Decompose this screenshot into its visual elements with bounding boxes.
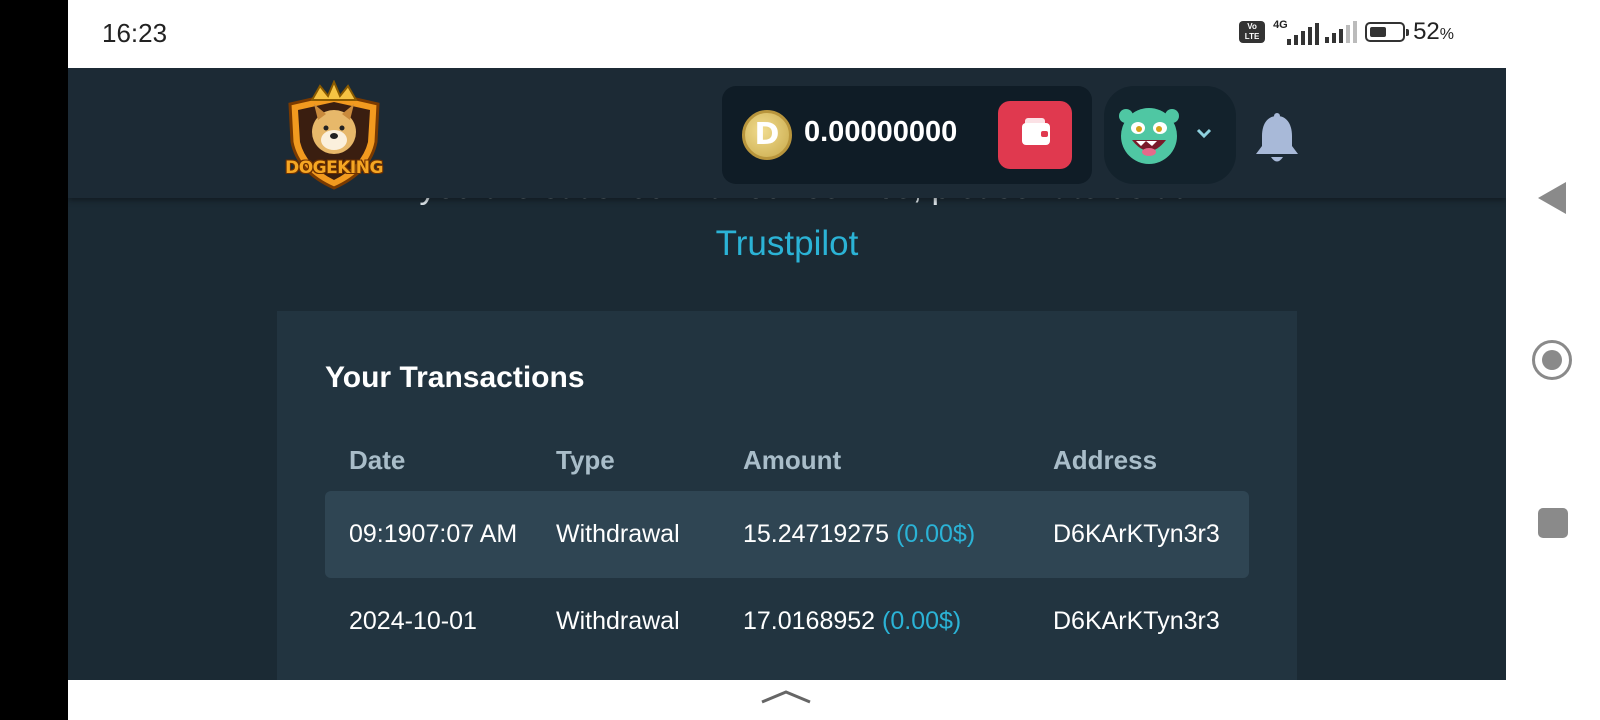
table-header: Date Type Amount Address	[325, 429, 1249, 491]
column-header-address: Address	[1053, 444, 1158, 475]
system-nav-bar	[1506, 0, 1600, 720]
logo-text: DOGEKING	[285, 158, 383, 178]
bottom-gesture-bar	[68, 680, 1506, 720]
cell-date: 2024-10-01	[349, 607, 477, 635]
signal-icon	[1325, 21, 1358, 43]
back-icon[interactable]	[1536, 180, 1568, 216]
balance-box: D 0.00000000	[722, 86, 1092, 184]
user-menu-button[interactable]	[1104, 86, 1236, 184]
battery-icon	[1365, 22, 1410, 42]
transactions-card: Your Transactions Date Type Amount Addre…	[277, 311, 1297, 680]
monster-avatar-icon	[1119, 108, 1179, 164]
app-screen: If you are satisfied with our service, p…	[68, 68, 1506, 680]
signal-4g-icon: 4G	[1273, 19, 1320, 45]
cell-type: Withdrawal	[556, 520, 680, 548]
cell-amount: 17.0168952 (0.00$)	[743, 607, 962, 635]
column-header-type: Type	[556, 444, 615, 475]
status-icons: Vo LTE 4G 52%	[1239, 18, 1454, 46]
cell-type: Withdrawal	[556, 607, 680, 635]
cell-date: 09:1907:07 AM	[349, 520, 518, 548]
wallet-button[interactable]	[998, 101, 1072, 169]
volte-icon: Vo LTE	[1239, 21, 1266, 43]
cell-amount-usd: (0.00$)	[882, 607, 962, 635]
transactions-title: Your Transactions	[325, 361, 585, 394]
dogecoin-icon: D	[742, 110, 792, 160]
balance-value: 0.00000000	[804, 116, 958, 148]
status-bar: 16:23 Vo LTE 4G 52%	[68, 0, 1506, 68]
left-black-strip	[0, 0, 68, 720]
table-row: 2024-10-01 Withdrawal 17.0168952 (0.00$)…	[325, 578, 1249, 665]
status-time: 16:23	[102, 18, 168, 48]
battery-percent: 52%	[1413, 18, 1454, 45]
cell-amount-usd: (0.00$)	[895, 520, 976, 548]
column-header-amount: Amount	[743, 444, 842, 475]
home-icon[interactable]	[1532, 340, 1572, 380]
recent-apps-icon[interactable]	[1538, 508, 1568, 538]
table-row: 09:1907:07 AM Withdrawal 15.24719275 (0.…	[325, 491, 1249, 578]
bell-icon[interactable]	[1252, 110, 1302, 166]
cell-amount: 15.24719275 (0.00$)	[743, 520, 976, 548]
dogeking-logo[interactable]: DOGEKING	[274, 79, 394, 192]
trustpilot-link[interactable]: Trustpilot	[68, 224, 1506, 264]
wallet-icon	[1022, 118, 1050, 145]
network-type-label: 4G	[1273, 19, 1288, 31]
chevron-up-icon[interactable]	[760, 686, 812, 706]
column-header-date: Date	[349, 444, 406, 475]
app-header: DOGEKING D 0.00000000	[68, 68, 1506, 198]
chevron-down-icon	[1196, 124, 1212, 143]
cell-address[interactable]: D6KArKTyn3r3	[1053, 520, 1249, 549]
cell-address[interactable]: D6KArKTyn3r3	[1053, 607, 1249, 636]
transactions-table: Date Type Amount Address 09:1907:07 AM W…	[325, 429, 1249, 665]
